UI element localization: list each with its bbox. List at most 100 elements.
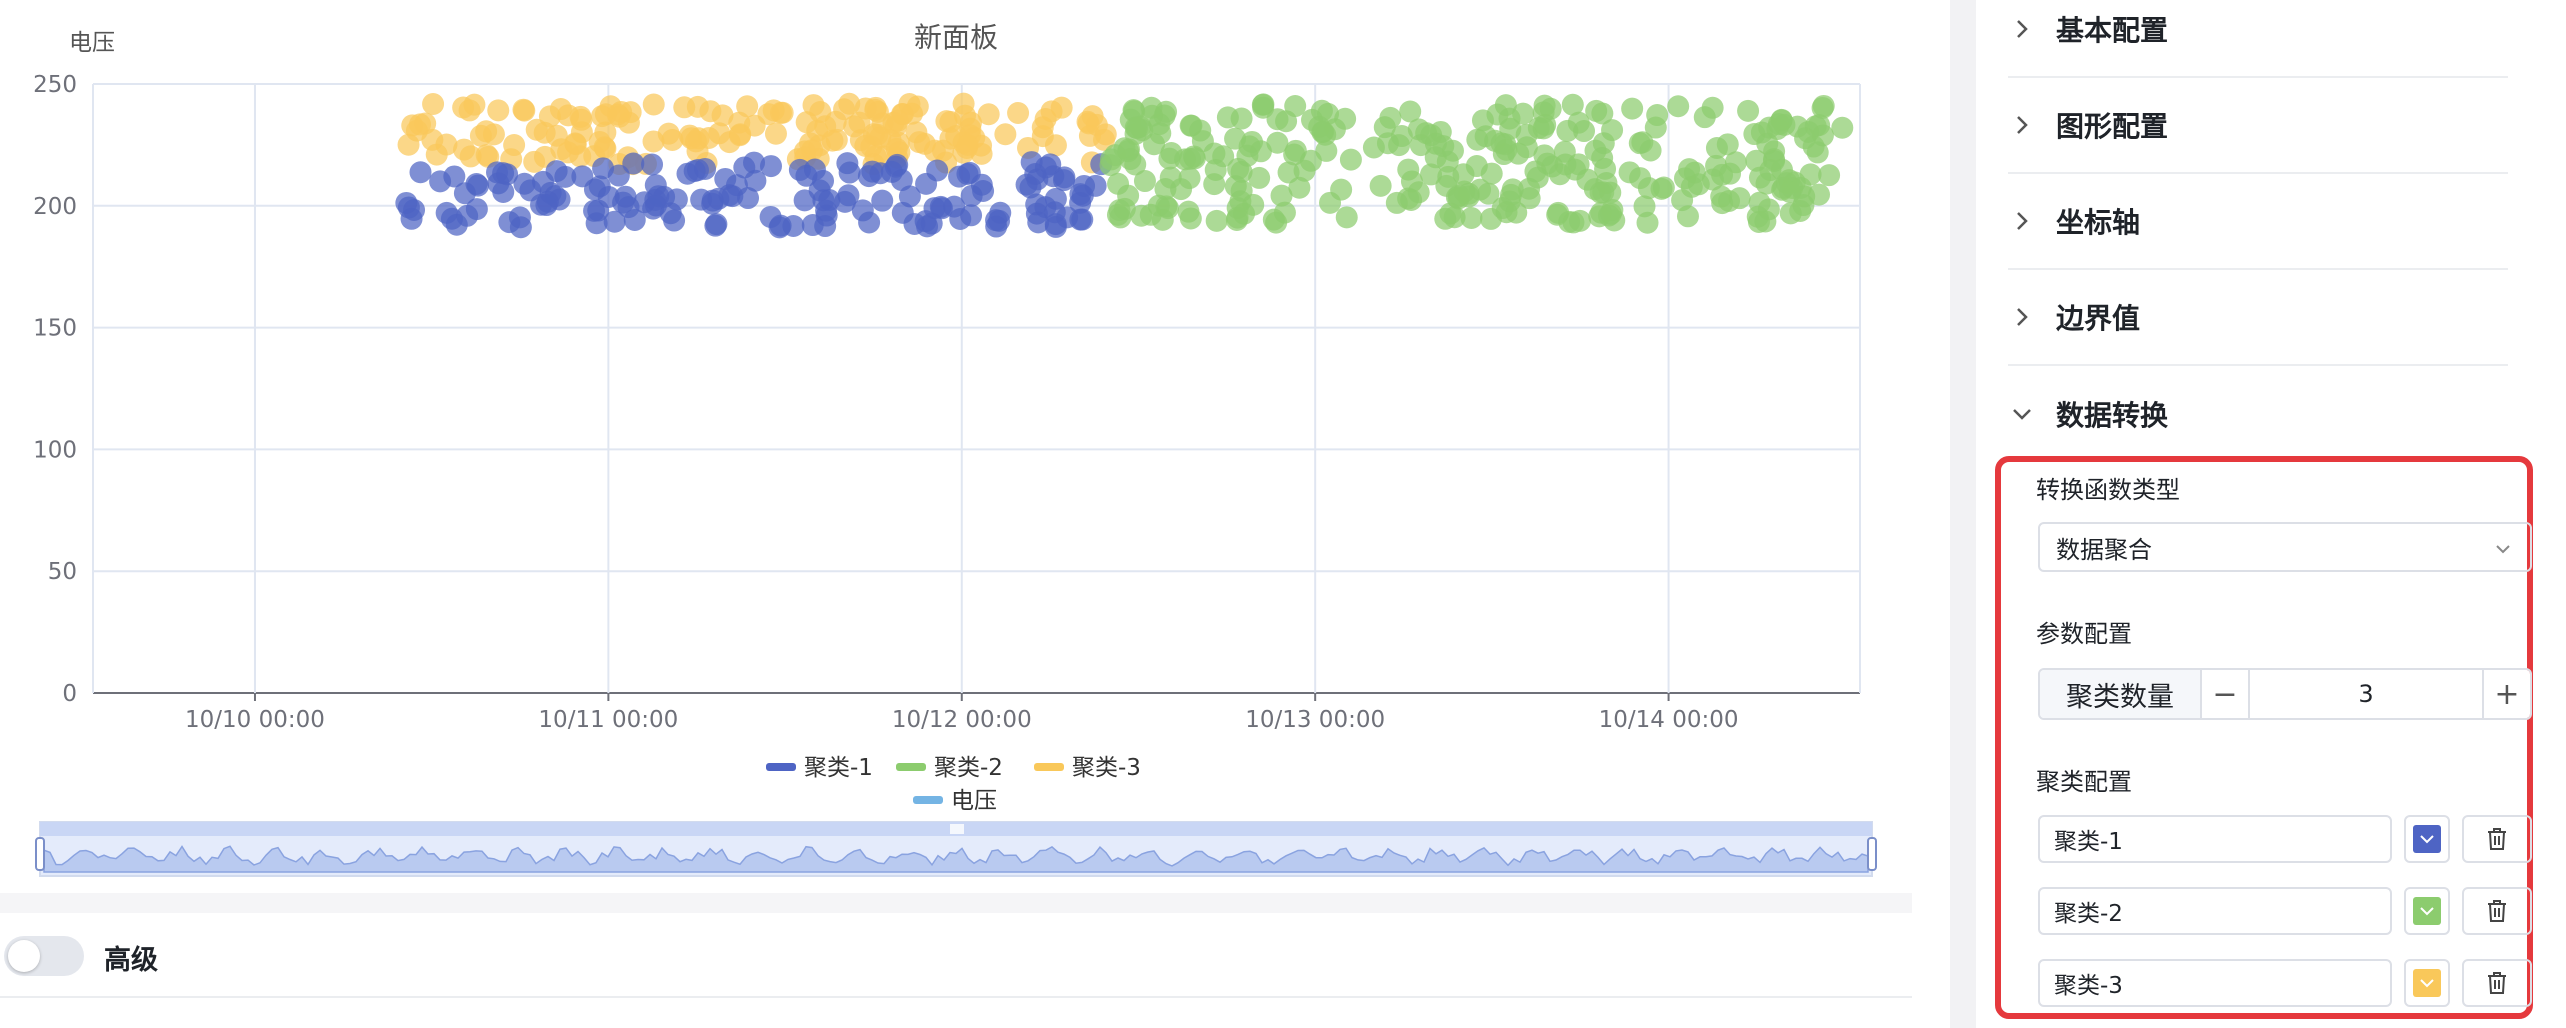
data-point [641, 153, 664, 176]
data-point [1779, 202, 1802, 225]
section-data-transform[interactable]: 数据转换 [2008, 366, 2508, 462]
data-point [1310, 99, 1333, 122]
delete-button[interactable] [2462, 959, 2532, 1007]
data-point [1407, 118, 1430, 141]
data-point [594, 137, 617, 160]
data-zoom-slider[interactable] [35, 821, 1877, 877]
data-point [1270, 184, 1293, 207]
cluster-name-input[interactable]: 聚类-2 [2038, 887, 2392, 935]
data-point [694, 157, 717, 180]
data-point [463, 93, 486, 116]
data-point [1652, 176, 1675, 199]
data-point [1705, 137, 1728, 160]
chevron-down-icon [2420, 979, 2434, 988]
data-point [1763, 148, 1786, 171]
data-point [1533, 94, 1556, 117]
panel-gutter [1950, 0, 1976, 1028]
zoom-grip [950, 824, 964, 834]
section-label: 数据转换 [2056, 399, 2169, 432]
data-point [1319, 191, 1342, 214]
increment-button[interactable]: + [2482, 670, 2530, 718]
y-tick-label: 50 [48, 559, 77, 585]
color-picker[interactable] [2404, 887, 2450, 935]
transform-type-select[interactable]: 数据聚合 [2038, 522, 2532, 572]
data-point [1495, 201, 1518, 224]
cluster-name-input[interactable]: 聚类-1 [2038, 815, 2392, 863]
section-graphic-config[interactable]: 图形配置 [2008, 78, 2508, 174]
data-point [764, 122, 787, 145]
data-point [1379, 106, 1402, 129]
color-swatch [2413, 897, 2441, 925]
data-point [545, 160, 568, 183]
legend-swatch [896, 763, 926, 771]
data-point [901, 102, 924, 125]
data-point [920, 212, 943, 235]
data-point [1339, 148, 1362, 171]
legend-swatch [1034, 763, 1064, 771]
trash-icon [2488, 828, 2506, 850]
delete-button[interactable] [2462, 815, 2532, 863]
color-picker[interactable] [2404, 959, 2450, 1007]
zoom-handle-right [1867, 837, 1877, 871]
config-panel: 基本配置 图形配置 坐标轴 边界值 数据转换 转换函数类型 数据聚合 参数配置 … [1976, 0, 2566, 1028]
data-point [467, 174, 490, 197]
data-point [1687, 173, 1710, 196]
data-point [1034, 156, 1057, 179]
data-point [743, 151, 766, 174]
data-point [1568, 209, 1591, 232]
y-tick-label: 250 [33, 72, 77, 98]
select-value: 数据聚合 [2056, 535, 2152, 564]
section-basic-config[interactable]: 基本配置 [2008, 0, 2508, 78]
data-point [1124, 153, 1147, 176]
data-point [782, 215, 805, 238]
data-point [1434, 207, 1457, 230]
data-point [862, 123, 885, 146]
data-point [440, 207, 463, 230]
data-point [1618, 161, 1641, 184]
data-point [1576, 168, 1599, 191]
chart-legend[interactable]: 聚类-1 聚类-2 聚类-3 电压 [766, 755, 1141, 814]
data-point [1591, 146, 1614, 169]
data-point [644, 188, 667, 211]
cluster-count-input[interactable]: 3 [2250, 670, 2482, 718]
data-point [425, 143, 448, 166]
data-point [1424, 132, 1447, 155]
data-point [1043, 201, 1066, 224]
cluster-name-input[interactable]: 聚类-3 [2038, 959, 2392, 1007]
data-point [678, 124, 701, 147]
data-point [728, 111, 751, 134]
data-point [1388, 134, 1411, 157]
section-boundary[interactable]: 边界值 [2008, 270, 2508, 366]
y-axis-label: 电压 [69, 30, 115, 56]
data-point [663, 209, 686, 232]
data-point [1794, 127, 1817, 150]
data-point [1212, 145, 1235, 168]
advanced-toggle[interactable] [4, 936, 84, 976]
data-point [642, 93, 665, 116]
scatter-chart: 0 50 100 150 200 250 10/10 00:00 10/11 00:00 10/… [33, 21, 1877, 877]
chart-title: 新面板 [914, 21, 998, 54]
data-point [1107, 172, 1130, 195]
data-point [806, 119, 829, 142]
chart-panel: 0 50 100 150 200 250 10/10 00:00 10/11 00:00 10/… [0, 0, 1912, 1028]
section-label: 基本配置 [2056, 14, 2169, 47]
section-axes[interactable]: 坐标轴 [2008, 174, 2508, 270]
data-point [1140, 96, 1163, 119]
param-config-label: 参数配置 [2036, 620, 2132, 648]
data-point [1474, 125, 1497, 148]
data-point [397, 196, 420, 219]
decrement-button[interactable]: − [2202, 670, 2250, 718]
data-point [409, 161, 432, 184]
data-point [1711, 163, 1734, 186]
delete-button[interactable] [2462, 887, 2532, 935]
color-picker[interactable] [2404, 815, 2450, 863]
cluster-count-label: 聚类数量 [2040, 670, 2202, 718]
data-point [1266, 131, 1289, 154]
chevron-right-icon [2017, 212, 2028, 230]
data-point [1512, 102, 1535, 125]
data-point [1284, 95, 1307, 118]
y-tick-label: 0 [62, 681, 77, 707]
data-point [915, 172, 938, 195]
data-point [482, 123, 505, 146]
data-point [704, 214, 727, 237]
